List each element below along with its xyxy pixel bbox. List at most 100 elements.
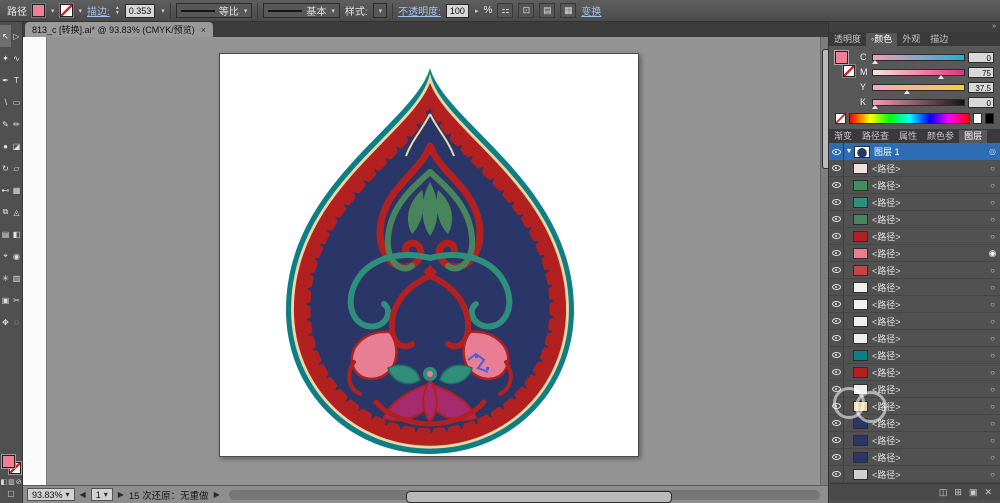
horizontal-scrollbar-thumb[interactable] [406,490,673,503]
visibility-toggle[interactable] [829,449,844,465]
blob-brush-tool[interactable]: ● [0,135,11,157]
opacity-input[interactable]: 100 [445,3,469,18]
delete-layer-icon[interactable]: ✕ [984,487,992,498]
shape-builder-tool[interactable]: ⧉ [0,201,11,223]
disclosure-triangle-icon[interactable]: ▼ [844,148,854,155]
panel-tab[interactable]: 属性 [894,130,922,143]
target-circle-icon[interactable]: ○ [985,334,1000,343]
visibility-toggle[interactable] [829,228,844,244]
color-mode-icon[interactable]: ◧ [0,478,7,486]
path-layer-row[interactable]: <路径> ○ [829,415,1000,432]
visibility-toggle[interactable] [829,381,844,397]
channel-slider[interactable] [872,68,965,79]
previous-artboard-icon[interactable]: ◀ [80,490,86,499]
artboard-navigation-dropdown[interactable]: 1 ▾ [90,488,113,501]
visibility-toggle[interactable] [829,245,844,261]
target-circle-icon[interactable]: ○ [985,351,1000,360]
none-mode-icon[interactable]: ⊘ [16,478,22,486]
panel-fill-swatch[interactable] [835,51,848,64]
path-layer-row[interactable]: <路径> ○ [829,177,1000,194]
path-label[interactable]: <路径> [872,468,985,481]
path-label[interactable]: <路径> [872,349,985,362]
panel-tab[interactable]: 图层 [959,130,988,143]
visibility-toggle[interactable] [829,313,844,329]
gradient-mode-icon[interactable]: ▥ [8,478,15,486]
transform-panel-link[interactable]: 变换 [581,3,601,18]
channel-value[interactable]: 75 [968,66,994,78]
path-layer-row[interactable]: <路径> ○ [829,160,1000,177]
next-artboard-icon[interactable]: ▶ [118,490,124,499]
width-profile-dropdown[interactable]: 等比 ▾ [175,3,253,18]
path-label[interactable]: <路径> [872,417,985,430]
direct-selection-tool[interactable]: ▷ [11,25,22,47]
path-label[interactable]: <路径> [872,162,985,175]
path-label[interactable]: <路径> [872,281,985,294]
path-layer-row[interactable]: <路径> ○ [829,347,1000,364]
artboard-tool[interactable]: ▣ [0,289,11,311]
path-layer-row[interactable]: <路径> ○ [829,381,1000,398]
path-label[interactable]: <路径> [872,451,985,464]
recolor-artwork-icon[interactable]: ⚏ [497,3,514,18]
style-dropdown[interactable]: ▾ [372,3,388,18]
panel-stroke-swatch[interactable] [843,65,855,77]
path-layer-row[interactable]: <路径> ○ [829,194,1000,211]
target-circle-icon[interactable]: ○ [985,368,1000,377]
path-label[interactable]: <路径> [872,196,985,209]
path-layer-row[interactable]: <路径> ○ [829,364,1000,381]
rectangle-tool[interactable]: ▭ [11,91,22,113]
type-tool[interactable]: T [11,69,22,91]
path-layer-row[interactable]: <路径> ◉ [829,245,1000,262]
target-circle-icon[interactable]: ○ [985,402,1000,411]
artboard[interactable] [219,53,639,457]
slider-marker[interactable] [938,74,945,79]
path-layer-row[interactable]: <路径> ○ [829,330,1000,347]
zoom-level-dropdown[interactable]: 93.83% ▾ [27,488,75,501]
stroke-color-swatch[interactable] [59,4,73,17]
brush-definition-dropdown[interactable]: 基本 ▾ [263,3,340,18]
target-circle-icon[interactable]: ○ [985,283,1000,292]
channel-slider[interactable] [872,83,965,94]
layer-target-icon[interactable]: ◎ [985,147,1000,156]
lasso-tool[interactable]: ∿ [11,47,22,69]
color-spectrum-bar[interactable] [849,113,970,124]
visibility-toggle[interactable] [829,279,844,295]
symbol-sprayer-tool[interactable]: ✳ [0,267,11,289]
channel-value[interactable]: 0 [968,96,994,108]
visibility-toggle[interactable] [829,143,844,160]
path-label[interactable]: <路径> [872,230,985,243]
target-circle-icon[interactable]: ○ [985,215,1000,224]
visibility-toggle[interactable] [829,160,844,176]
fill-color-swatch[interactable] [32,4,45,17]
path-layer-row[interactable]: <路径> ○ [829,313,1000,330]
target-circle-icon[interactable]: ○ [985,164,1000,173]
horizontal-scrollbar[interactable] [228,489,820,503]
target-circle-icon[interactable]: ○ [985,181,1000,190]
stroke-panel-link[interactable]: 描边: [87,3,110,18]
hand-tool[interactable]: ✥ [0,311,11,333]
visibility-toggle[interactable] [829,177,844,193]
path-label[interactable]: <路径> [872,298,985,311]
document-tab[interactable]: 813_c [转换].ai* @ 93.83% (CMYK/预览) × [25,22,213,37]
stroke-weight-input[interactable]: 0.353 [124,3,156,18]
slice-tool[interactable]: ✂ [11,289,22,311]
panel-tab[interactable]: 渐变 [829,130,857,143]
channel-slider[interactable] [871,98,965,109]
free-transform-tool[interactable]: ▦ [11,179,22,201]
visibility-toggle[interactable] [829,415,844,431]
layer-name[interactable]: 图层 1 [874,145,985,158]
target-circle-icon[interactable]: ○ [985,317,1000,326]
width-tool[interactable]: ⊷ [0,179,11,201]
panel-tab[interactable]: 路径查 [857,130,894,143]
path-layer-row[interactable]: <路径> ○ [829,449,1000,466]
panel-tab[interactable]: 外观 [897,33,925,46]
close-tab-icon[interactable]: × [201,25,206,35]
visibility-toggle[interactable] [829,347,844,363]
path-label[interactable]: <路径> [872,213,985,226]
visibility-toggle[interactable] [829,330,844,346]
stroke-weight-stepper[interactable]: ▲ ▼ [115,5,120,16]
visibility-toggle[interactable] [829,364,844,380]
path-label[interactable]: <路径> [872,264,985,277]
path-layer-row[interactable]: <路径> ○ [829,432,1000,449]
target-circle-icon[interactable]: ○ [985,232,1000,241]
target-circle-icon[interactable]: ○ [985,300,1000,309]
